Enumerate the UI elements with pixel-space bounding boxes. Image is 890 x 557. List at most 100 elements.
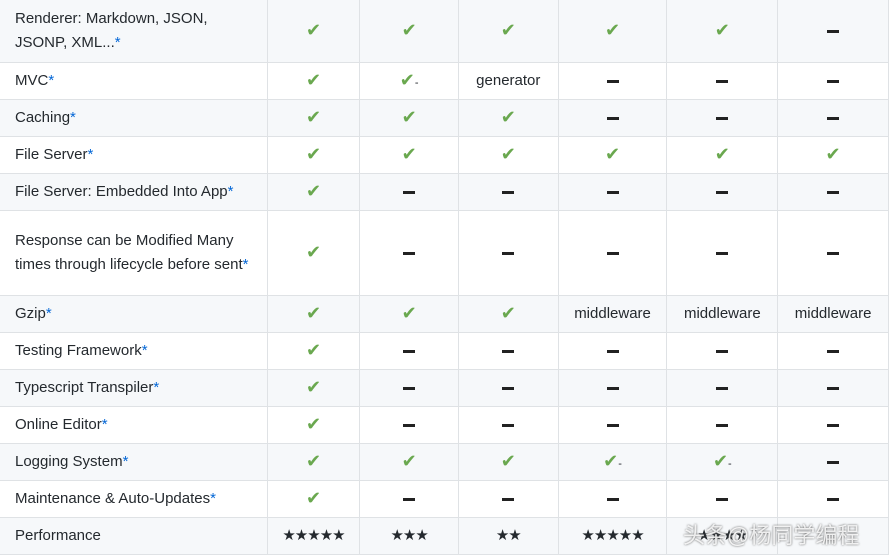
check-icon: ✔ [305,107,322,127]
value-cell: ✔- [666,443,779,481]
dash-icon [502,423,515,427]
dash-icon [716,386,729,390]
value-cell [557,62,668,100]
star-rating: ★★★★ [697,527,748,544]
asterisk-link[interactable]: * [228,183,234,200]
asterisk-link[interactable]: * [210,490,216,507]
value-cell [777,62,889,100]
check-icon: ✔ [305,414,322,434]
value-cell [777,406,889,444]
asterisk-link[interactable]: * [243,256,249,273]
dash-icon [502,190,515,194]
star-rating: ★★ [495,527,522,544]
asterisk-link[interactable]: * [123,453,129,470]
dash-icon [716,497,729,501]
value-cell: ✔ [457,443,559,481]
check-icon: ✔ [500,107,516,127]
value-cell [359,406,459,444]
feature-label: Response can be Modified Many times thro… [15,232,243,273]
check-icon: ✔ [401,20,417,40]
feature-label: Caching [15,109,71,126]
table-row: Online Editor* ✔ [0,406,889,444]
dash-icon [716,423,729,427]
value-cell [457,173,559,211]
value-cell: generator [457,62,559,100]
value-text: generator [476,72,541,89]
feature-cell: Caching* [0,99,268,137]
dash-icon [716,79,729,83]
value-cell: ✔ [359,99,459,137]
table-row: Response can be Modified Many times thro… [0,210,889,296]
value-cell [777,369,889,407]
value-cell: ✔ [266,210,361,296]
value-cell: ★★★★ [666,517,779,555]
value-cell: ★★ [457,517,559,555]
asterisk-link[interactable]: * [70,109,76,126]
value-cell [666,99,779,137]
asterisk-link[interactable]: * [48,72,54,89]
value-cell: ✔ [266,369,361,407]
dash-icon [827,116,840,120]
value-cell: ★★★★★ [557,517,668,555]
value-text: middleware [683,305,761,322]
check-icon: ✔ [500,451,516,471]
check-icon: ✔ [401,144,417,164]
asterisk-link[interactable]: * [153,379,159,396]
value-text: middleware [574,305,651,322]
dash-icon [502,251,515,255]
dash-icon [403,251,416,255]
check-icon: ✔ [305,181,322,201]
table-row: Maintenance & Auto-Updates* ✔ [0,480,889,518]
feature-label: Logging System [15,453,123,470]
value-cell: ✔ [266,480,361,518]
asterisk-link[interactable]: * [102,416,108,433]
check-icon: ✔ [305,20,322,40]
check-icon: ✔ [605,20,621,40]
partial-marker: - [618,457,622,470]
value-cell [777,0,889,63]
value-cell [557,99,668,137]
table-row: Performance ★★★★★ ★★★ ★★ ★★★★★ ★★★★ [0,517,889,555]
check-icon: ✔ [305,144,322,164]
dash-icon [827,79,840,83]
feature-label: Renderer: Markdown, JSON, JSONP, XML... [15,10,208,51]
value-cell [457,210,559,296]
partial-marker: - [414,76,419,89]
star-rating: ★★★★★ [282,527,345,544]
value-cell [777,480,889,518]
feature-cell: Performance [0,517,268,555]
asterisk-link[interactable]: * [88,146,94,163]
value-cell [557,210,668,296]
asterisk-link[interactable]: * [115,34,121,51]
check-icon: ✔ [305,242,322,262]
table-row: File Server* ✔ ✔ ✔ ✔ ✔ ✔ [0,136,889,174]
asterisk-link[interactable]: * [46,305,52,322]
value-cell: ✔ [557,0,668,63]
value-cell [359,332,459,370]
dash-icon [716,251,729,255]
dash-icon [827,251,840,255]
value-cell: ✔ [359,295,459,333]
value-cell: ✔ [777,136,889,174]
value-cell [359,369,459,407]
value-cell [777,173,889,211]
dash-icon [827,460,840,464]
value-cell: ✔ [266,0,361,63]
value-cell: ★★★ [359,517,459,555]
value-cell [666,210,779,296]
dash-icon [502,497,515,501]
feature-label: File Server: Embedded Into App [15,183,228,200]
feature-cell: Typescript Transpiler* [0,369,268,407]
value-cell: ✔ [457,136,559,174]
check-icon: ✔ [401,107,417,127]
value-cell: ★★★★★ [266,517,361,555]
value-cell [557,173,668,211]
feature-cell: Gzip* [0,295,268,333]
dash-icon [716,349,729,353]
feature-cell: Logging System* [0,443,268,481]
check-icon: ✔ [500,144,516,164]
asterisk-link[interactable]: * [142,342,148,359]
check-icon: ✔ [305,377,322,397]
check-icon: ✔ [305,451,322,471]
dash-icon [827,423,840,427]
